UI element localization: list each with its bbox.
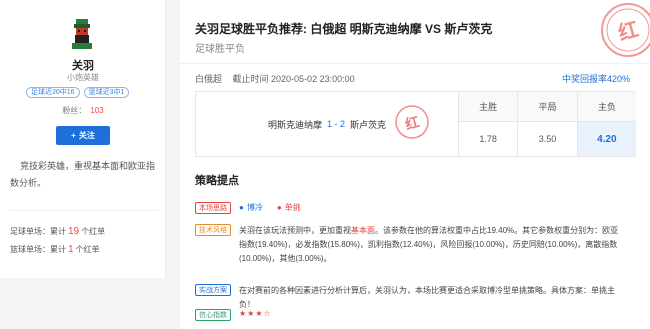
- home-team[interactable]: 明斯克迪纳摩: [268, 118, 322, 131]
- odds-value: 1.78: [479, 134, 497, 144]
- league-name[interactable]: 白俄超: [195, 74, 222, 84]
- plan-tag: 实战方案: [195, 284, 231, 296]
- odds-value-selected: 4.20: [577, 122, 636, 156]
- svg-text:红: 红: [615, 17, 641, 45]
- focus-tag: 本场思路: [195, 202, 231, 214]
- strategy-focus-row: 本场思路 ● 博冷 ● 单挑: [195, 202, 301, 214]
- football-stat-suffix: 个红单: [81, 227, 106, 236]
- odds-table: 明斯克迪纳摩 1 - 2 斯卢茨克 红 主胜 1.78 平局 3.50 主负 4…: [195, 91, 636, 157]
- odds-col-home-loss: 主负 4.20: [576, 92, 636, 156]
- follow-label: 关注: [78, 131, 95, 140]
- article-card: 关羽足球胜平负推荐: 白俄超 明斯克迪纳摩 VS 斯卢茨克 足球胜平负 红 白俄…: [180, 0, 650, 329]
- profile-name: 关羽: [72, 60, 94, 72]
- basketball-stat: 篮球单场：累计 1 个红单: [10, 244, 100, 255]
- strategy-title: 策略提点: [195, 175, 239, 187]
- follow-button[interactable]: + 关注: [56, 126, 110, 145]
- article-subtitle: 足球胜平负: [195, 44, 245, 55]
- confidence-tag: 信心指数: [195, 309, 231, 321]
- match-score: 1 - 2: [326, 119, 345, 129]
- profile-bio: 竞技彩英雄，重视基本面和欧亚指数分析。: [10, 161, 156, 188]
- dot-icon: ●: [276, 203, 282, 212]
- deadline: 截止时间 2020-05-02 23:00:00: [232, 74, 355, 84]
- football-record-badge: 足球近20中16: [26, 87, 80, 98]
- strategy-confidence-row: 信心指数 ★★★☆: [195, 309, 272, 321]
- strategy-style-row: 技术风格 关羽在该玩法预测中，更加重视基本面。该参数在他的算法权重中占比19.4…: [195, 224, 621, 266]
- pick-single-label: 单挑: [284, 203, 301, 212]
- red-stamp-icon: 红: [395, 105, 429, 139]
- match-meta: 白俄超 截止时间 2020-05-02 23:00:00: [195, 72, 355, 85]
- style-tag: 技术风格: [195, 224, 231, 236]
- plus-icon: +: [71, 131, 76, 140]
- football-stat: 足球单场：累计 19 个红单: [10, 226, 105, 237]
- football-stat-label: 足球单场：累计: [10, 227, 66, 236]
- strategy-plan-row: 实战方案 在对赛前的各种因素进行分析计算后，关羽认为，本场比赛更适合采取博冷型单…: [195, 284, 621, 312]
- profile-badges: 足球近20中16 篮球近3中1: [26, 87, 130, 98]
- style-text: 关羽在该玩法预测中，更加重视基本面。该参数在他的算法权重中占比19.40%。其它…: [239, 224, 621, 266]
- odds-head: 平局: [518, 92, 577, 122]
- basketball-stat-label: 篮球单场：累计: [10, 245, 66, 254]
- basketball-stat-suffix: 个红单: [75, 245, 100, 254]
- confidence-stars: ★★★☆: [239, 309, 272, 318]
- divider: [10, 210, 158, 211]
- football-stat-count: 19: [68, 226, 80, 237]
- pick-upset: ● 博冷: [239, 202, 263, 213]
- pick-single: ● 单挑: [277, 202, 301, 213]
- divider: [180, 63, 650, 64]
- basketball-stat-count: 1: [68, 244, 74, 255]
- odds-value: 3.50: [538, 134, 557, 144]
- avatar[interactable]: [66, 17, 98, 49]
- odds-col-draw: 平局 3.50: [517, 92, 577, 156]
- odds-head: 主负: [577, 92, 636, 122]
- odds-col-home-win: 主胜 1.78: [458, 92, 518, 156]
- return-rate: 中奖回报率420%: [561, 74, 630, 84]
- odds-columns: 主胜 1.78 平局 3.50 主负 4.20: [458, 92, 636, 156]
- profile-card: 关羽 小炮英雄 足球近20中16 篮球近3中1 粉丝： 103 + 关注 竞技彩英…: [0, 0, 166, 278]
- basketball-record-badge: 篮球近3中1: [83, 87, 130, 98]
- fans-label: 粉丝：: [62, 106, 87, 115]
- dot-icon: ●: [239, 203, 244, 212]
- plan-text: 在对赛前的各种因素进行分析计算后，关羽认为，本场比赛更适合采取博冷型单挑策略。具…: [239, 286, 615, 309]
- away-team[interactable]: 斯卢茨克: [350, 118, 386, 131]
- pick-upset-label: 博冷: [246, 203, 263, 212]
- style-text-highlight: 基本面: [351, 226, 375, 235]
- red-stamp-icon: 红: [601, 3, 650, 57]
- odds-head: 主胜: [459, 92, 518, 122]
- style-text-part1: 关羽在该玩法预测中，更加重视: [239, 226, 351, 235]
- fans-count: 粉丝： 103: [0, 105, 166, 116]
- article-title: 关羽足球胜平负推荐: 白俄超 明斯克迪纳摩 VS 斯卢茨克: [195, 22, 493, 36]
- svg-text:红: 红: [403, 113, 421, 133]
- fans-number: 103: [90, 106, 104, 115]
- profile-subname: 小炮英雄: [67, 73, 99, 82]
